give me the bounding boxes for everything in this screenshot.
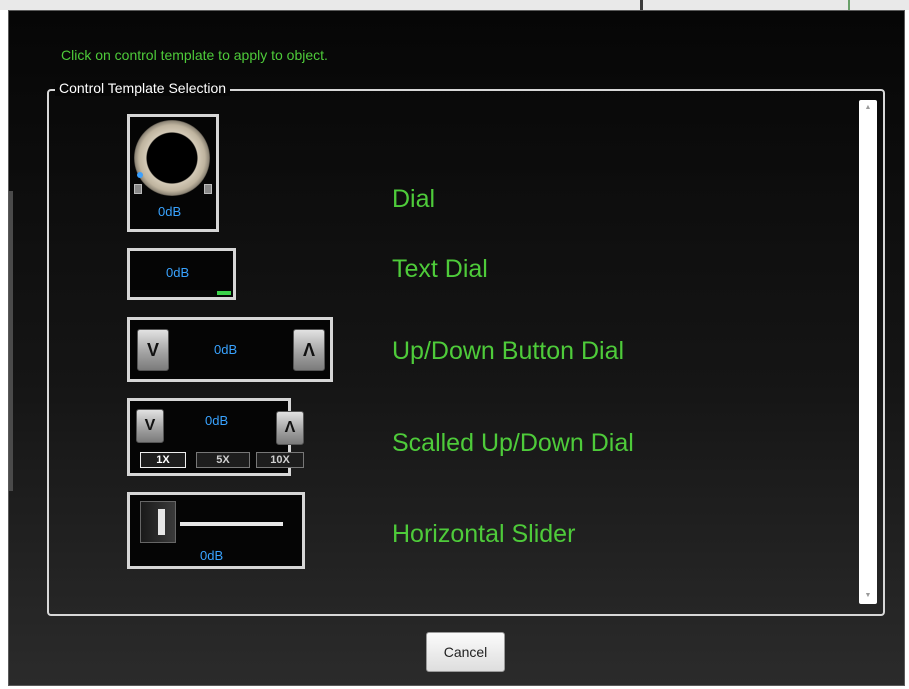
control-template-groupbox: Control Template Selection ▲ ▼ 0dB Dial … [47,80,885,616]
scale-10x-button: 10X [256,452,304,468]
scaled-dial-value: 0dB [205,413,229,428]
text-dial-indicator [217,291,231,295]
text-dial-template-preview[interactable]: 0dB [127,248,236,300]
dial-value: 0dB [158,204,182,219]
dial-template-preview[interactable]: 0dB [127,114,219,232]
dial-position-dot [137,172,143,178]
slider-thumb [140,501,176,543]
up-down-button-dial-template-preview[interactable]: V 0dB Λ [127,317,333,382]
slider-grip [158,509,165,535]
slider-track [180,522,283,526]
control-template-dialog: Click on control template to apply to ob… [8,10,905,686]
background-window-strip [0,0,909,10]
scale-5x-button: 5X [196,452,250,468]
scrollbar-thumb[interactable] [861,116,875,588]
background-divider [640,0,643,10]
text-dial-template-label[interactable]: Text Dial [392,255,488,284]
up-down-button-dial-template-label[interactable]: Up/Down Button Dial [392,337,624,366]
scaled-down-button-icon: V [136,409,164,443]
horizontal-slider-template-preview[interactable]: 0dB [127,492,305,569]
dial-left-mini-button [134,184,142,194]
groupbox-title: Control Template Selection [55,80,231,96]
scaled-up-button-icon: Λ [276,411,304,445]
scroll-up-icon[interactable]: ▲ [859,103,877,113]
dial-knob [134,120,210,196]
down-button-icon: V [137,329,169,371]
dial-template-label[interactable]: Dial [392,185,435,214]
horizontal-slider-template-label[interactable]: Horizontal Slider [392,520,575,549]
scaled-up-down-dial-template-label[interactable]: Scalled Up/Down Dial [392,429,634,458]
vertical-scrollbar[interactable]: ▲ ▼ [859,100,877,604]
background-divider-green [848,0,850,10]
dialog-edge-accent [9,191,13,491]
scroll-down-icon[interactable]: ▼ [859,591,877,601]
scaled-up-down-dial-template-preview[interactable]: V 0dB Λ 1X 5X 10X [127,398,304,476]
text-dial-value: 0dB [166,265,190,280]
slider-value: 0dB [200,548,224,563]
up-down-dial-value: 0dB [214,342,238,357]
up-button-icon: Λ [293,329,325,371]
instruction-text: Click on control template to apply to ob… [61,47,328,63]
cancel-button[interactable]: Cancel [426,632,505,672]
scale-1x-button: 1X [140,452,186,468]
dial-right-mini-button [204,184,212,194]
